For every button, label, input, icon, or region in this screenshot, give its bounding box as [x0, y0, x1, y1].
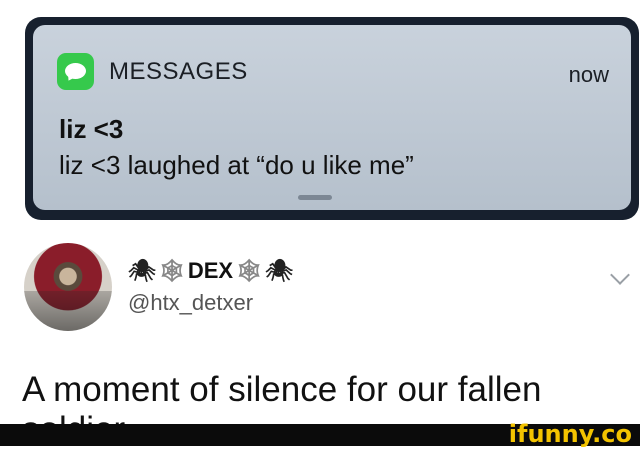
notification-sender: liz <3	[59, 114, 124, 144]
notification-app-name: MESSAGES	[109, 58, 248, 85]
chevron-down-icon[interactable]	[610, 265, 630, 285]
messages-icon	[57, 53, 94, 90]
watermark-bar: ifunny.co	[0, 420, 640, 448]
notification-time: now	[568, 62, 609, 87]
ifunny-watermark: ifunny.co	[508, 420, 632, 448]
spider-icon: 🕷	[128, 258, 156, 283]
spiderweb-icon: 🕸	[157, 258, 186, 283]
avatar[interactable]	[24, 243, 112, 331]
display-name[interactable]: 🕷 🕸 DEX 🕸 🕷	[128, 258, 293, 284]
notification-grabber[interactable]	[298, 195, 332, 200]
spiderweb-icon: 🕸	[235, 258, 264, 283]
spider-icon: 🕷	[265, 258, 293, 283]
notification-banner-frame[interactable]: MESSAGES now liz <3 liz <3 laughed at “d…	[25, 17, 639, 220]
display-name-text: DEX	[187, 258, 234, 283]
notification-body: liz <3 laughed at “do u like me”	[59, 150, 414, 180]
username[interactable]: @htx_detxer	[128, 290, 253, 316]
notification-banner[interactable]: MESSAGES now liz <3 liz <3 laughed at “d…	[33, 25, 631, 210]
